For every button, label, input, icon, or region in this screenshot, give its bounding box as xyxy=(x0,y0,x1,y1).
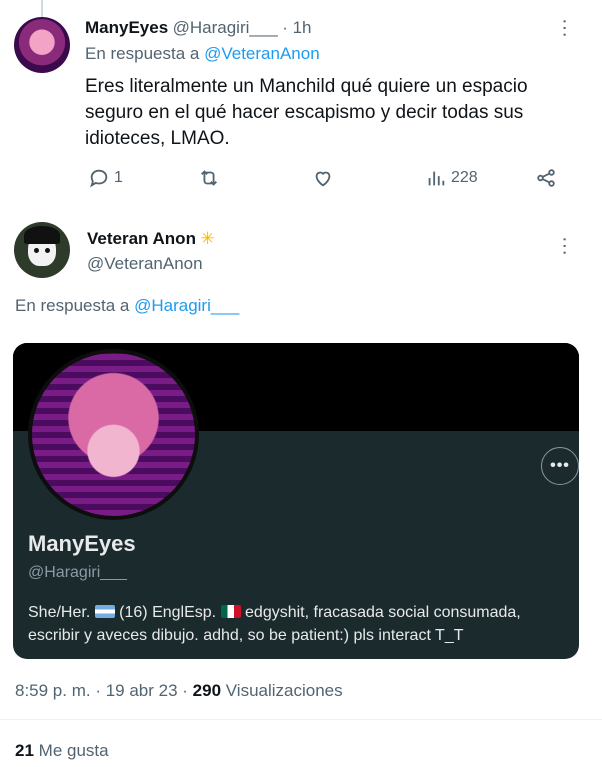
author-handle[interactable]: @Haragiri___ xyxy=(173,18,278,37)
views-icon xyxy=(428,171,445,186)
likes-count[interactable]: 21 Me gusta xyxy=(15,741,109,761)
tweet-timestamp[interactable]: 8:59 p. m. · 19 abr 23 · 290 Visualizaci… xyxy=(15,681,343,701)
profile-card-image[interactable]: ••• ManyEyes @Haragiri___ She/Her. (16) … xyxy=(13,343,579,659)
reply-icon xyxy=(90,169,108,188)
avatar[interactable] xyxy=(14,17,70,73)
like-icon xyxy=(315,171,331,187)
main-tweet-header: Veteran Anon ✳ xyxy=(87,229,215,249)
argentina-flag-icon xyxy=(94,605,115,618)
avatar-hair xyxy=(24,226,60,244)
author-handle[interactable]: @VeteranAnon xyxy=(87,254,203,274)
views-number: 290 xyxy=(192,681,222,700)
retweet-button[interactable] xyxy=(198,167,220,189)
more-options-icon[interactable]: ··· xyxy=(554,236,576,256)
profile-avatar xyxy=(28,349,199,520)
mexico-flag-icon xyxy=(220,605,241,618)
avatar-eye xyxy=(34,248,39,253)
profile-name: ManyEyes xyxy=(28,531,136,556)
like-button[interactable] xyxy=(312,167,334,189)
author-name[interactable]: ManyEyes xyxy=(85,18,168,37)
reply-to-link[interactable]: @VeteranAnon xyxy=(204,44,320,63)
tweet-header: ManyEyes @Haragiri___ · 1h xyxy=(85,18,312,38)
share-icon xyxy=(537,169,555,187)
share-button[interactable] xyxy=(535,167,557,189)
divider xyxy=(0,719,602,720)
tweet-time[interactable]: · 1h xyxy=(282,18,311,37)
reply-to-link[interactable]: @Haragiri___ xyxy=(134,296,239,315)
reply-count: 1 xyxy=(114,169,123,186)
reply-context: En respuesta a @Haragiri___ xyxy=(15,296,240,315)
profile-handle: @Haragiri___ xyxy=(28,564,127,581)
reply-context: En respuesta a @VeteranAnon xyxy=(85,44,320,63)
more-options-icon[interactable]: ··· xyxy=(554,18,576,38)
avatar[interactable] xyxy=(14,222,70,278)
views-button[interactable]: 228 xyxy=(425,167,478,189)
retweet-icon xyxy=(201,170,217,186)
sun-emoji-icon: ✳ xyxy=(200,229,215,248)
tweet-text: Eres literalmente un Manchild qué quiere… xyxy=(85,76,528,149)
more-options-button[interactable]: ••• xyxy=(541,447,579,485)
reply-button[interactable]: 1 xyxy=(88,167,123,189)
profile-bio: She/Her. (16) EnglEsp. edgyshit, fracasa… xyxy=(28,604,521,644)
author-name[interactable]: Veteran Anon xyxy=(87,229,196,248)
avatar-eye xyxy=(45,248,50,253)
views-count: 228 xyxy=(451,169,478,186)
